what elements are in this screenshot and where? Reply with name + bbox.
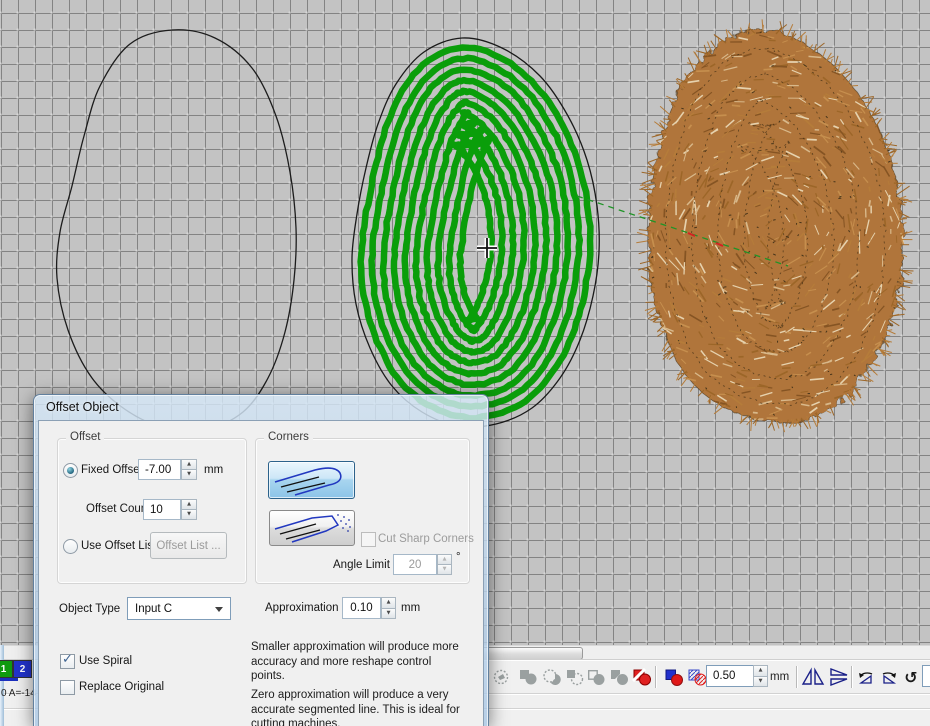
approximation-stepper[interactable]: ▲ ▼ [381, 597, 396, 619]
dialog-client-area: Offset Fixed Offset -7.00 ▲ ▼ mm Offset … [38, 420, 484, 726]
cut-sharp-corners-label: Cut Sharp Corners [378, 533, 474, 545]
status-coordinates: 0 A=-14 [1, 688, 36, 699]
object-type-label: Object Type [59, 603, 120, 615]
rotate-angle-input[interactable] [922, 665, 930, 687]
rounded-corners-button[interactable] [268, 461, 355, 499]
stitched-shape[interactable] [636, 19, 913, 432]
rotate-ccw-icon[interactable] [855, 667, 877, 687]
offset-width-value: 0.50 [713, 670, 735, 682]
sharp-corners-button[interactable] [269, 510, 355, 546]
stepper-down-icon: ▼ [437, 565, 452, 575]
mirror-vertical-icon[interactable] [827, 667, 851, 687]
approximation-value: 0.10 [350, 602, 372, 614]
stepper-down-icon[interactable]: ▼ [753, 677, 768, 688]
offset-count-input[interactable]: 10 [143, 499, 181, 520]
approximation-info-text-1: Smaller approximation will produce more … [251, 640, 479, 684]
toolbar-separator [796, 666, 797, 688]
back-minus-front-disabled-icon [608, 667, 630, 687]
toolbar-separator [655, 666, 656, 688]
weld-disabled-icon [490, 667, 512, 687]
approximation-unit: mm [401, 602, 420, 614]
stepper-up-icon[interactable]: ▲ [181, 499, 197, 510]
info-line: points. [251, 669, 479, 684]
mirror-horizontal-icon[interactable] [801, 667, 825, 687]
offset-width-input[interactable]: 0.50 [706, 665, 758, 687]
outline-shape[interactable] [57, 30, 297, 432]
palette-color-1[interactable]: 1 [0, 660, 13, 678]
stepper-down-icon[interactable]: ▼ [181, 510, 197, 520]
use-spiral-label: Use Spiral [79, 655, 132, 667]
remove-overlaps-icon[interactable] [631, 667, 653, 687]
fixed-offset-input[interactable]: -7.00 [138, 459, 181, 480]
selected-color-indicator [0, 678, 18, 681]
offset-group: Offset Fixed Offset -7.00 ▲ ▼ mm Offset … [57, 438, 247, 584]
use-offset-list-radio[interactable] [63, 539, 78, 554]
rotate-cw-icon[interactable] [878, 667, 900, 687]
object-type-combo[interactable]: Input C [127, 597, 231, 620]
info-line: accuracy and more reshape control [251, 655, 479, 670]
angle-limit-value: 20 [409, 559, 422, 571]
toolbar-separator [851, 666, 852, 688]
offset-count-stepper[interactable]: ▲ ▼ [181, 499, 197, 520]
replace-original-label: Replace Original [79, 681, 164, 693]
dialog-title: Offset Object [46, 400, 119, 414]
rotate-reset-icon[interactable]: ↺ [900, 667, 922, 687]
offset-object-dialog: Offset Object Offset Fixed Offset -7.00 … [33, 394, 489, 726]
stepper-down-icon[interactable]: ▼ [381, 609, 396, 620]
offset-width-unit: mm [770, 671, 789, 683]
front-minus-back-disabled-icon [585, 667, 607, 687]
use-spiral-checkbox[interactable] [60, 654, 75, 669]
offset-count-value: 10 [150, 504, 163, 516]
fixed-offset-value: -7.00 [145, 464, 171, 476]
offset-list-button: Offset List ... [150, 532, 227, 559]
stepper-up-icon[interactable]: ▲ [753, 665, 768, 677]
corners-group-label: Corners [264, 431, 313, 443]
info-line: Zero approximation will produce a very [251, 688, 479, 703]
palette-color-2[interactable]: 2 [13, 660, 32, 678]
info-line: cutting machines. [251, 717, 479, 726]
fixed-offset-label: Fixed Offset [81, 464, 143, 476]
palette-color-1-label: 1 [1, 664, 7, 675]
angle-limit-stepper: ▲ ▼ [437, 554, 452, 575]
intersect-disabled-icon [541, 667, 563, 687]
approximation-label: Approximation [265, 602, 339, 614]
overlap-objects-icon[interactable] [663, 667, 685, 687]
application-window: 0.50 ▲ ▼ mm ↺ 1 2 0 A=-14 Offset [0, 0, 930, 726]
replace-original-checkbox[interactable] [60, 680, 75, 695]
approximation-info-text-2: Zero approximation will produce a very a… [251, 688, 479, 726]
object-type-value: Input C [135, 603, 172, 615]
angle-limit-unit: ° [456, 551, 461, 563]
stepper-up-icon[interactable]: ▲ [381, 597, 396, 609]
offset-group-label: Offset [66, 431, 104, 443]
fixed-offset-stepper[interactable]: ▲ ▼ [181, 459, 197, 480]
angle-limit-label: Angle Limit [333, 559, 390, 571]
info-line: Smaller approximation will produce more [251, 640, 479, 655]
trim-disabled-icon [517, 667, 539, 687]
stepper-up-icon: ▲ [437, 554, 452, 565]
use-offset-list-label: Use Offset List [81, 540, 156, 552]
cut-sharp-corners-checkbox [361, 532, 376, 547]
fixed-offset-unit: mm [204, 464, 223, 476]
stepper-down-icon[interactable]: ▼ [181, 470, 197, 480]
fixed-offset-radio[interactable] [63, 463, 78, 478]
offset-count-label: Offset Count [86, 503, 150, 515]
corners-group: Corners [255, 438, 470, 584]
palette-color-2-label: 2 [20, 664, 26, 675]
approximation-input[interactable]: 0.10 [342, 597, 381, 619]
fill-holes-icon[interactable] [686, 667, 708, 687]
offset-width-stepper[interactable]: ▲ ▼ [753, 665, 768, 687]
stepper-up-icon[interactable]: ▲ [181, 459, 197, 470]
info-line: accurate segmented line. This is ideal f… [251, 703, 479, 718]
exclude-disabled-icon [563, 667, 585, 687]
angle-limit-input: 20 [393, 554, 437, 575]
offset-preview-shape[interactable] [352, 38, 599, 427]
